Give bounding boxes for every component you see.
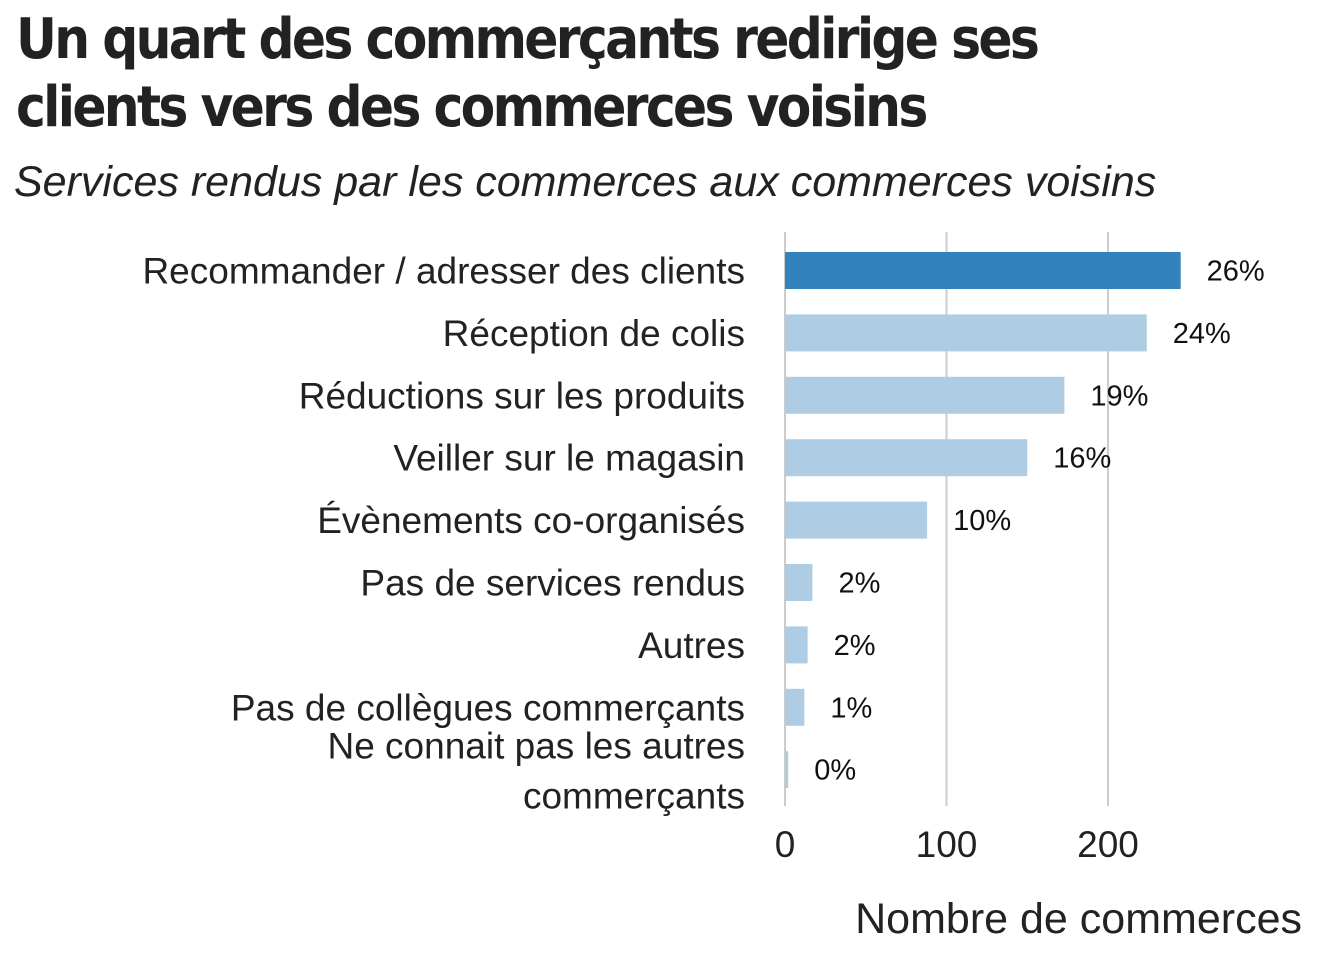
data-label: 1% bbox=[830, 692, 872, 724]
bar bbox=[785, 688, 805, 726]
bar bbox=[785, 376, 1065, 414]
category-label: Recommander / adresser des clients bbox=[142, 251, 745, 292]
category-label: Pas de collègues commerçants bbox=[231, 687, 745, 728]
bar bbox=[785, 626, 808, 664]
category-label: Ne connait pas les autres commerçants bbox=[327, 726, 745, 817]
data-label: 10% bbox=[953, 505, 1011, 537]
category-label-line: commerçants bbox=[523, 776, 745, 817]
data-label: 24% bbox=[1173, 318, 1231, 350]
x-axis-title: Nombre de commerces bbox=[855, 895, 1302, 943]
bar bbox=[785, 501, 928, 539]
x-tick-label: 200 bbox=[1077, 824, 1139, 865]
category-label: Réductions sur les produits bbox=[299, 375, 745, 416]
category-label: Veiller sur le magasin bbox=[393, 438, 745, 479]
bar bbox=[785, 439, 1028, 477]
bar bbox=[785, 751, 789, 789]
category-label: Pas de services rendus bbox=[360, 563, 745, 604]
data-label: 2% bbox=[838, 568, 880, 600]
data-label: 2% bbox=[834, 630, 876, 662]
category-label: Évènements co-organisés bbox=[317, 500, 745, 541]
x-tick-label: 100 bbox=[916, 824, 978, 865]
data-label: 19% bbox=[1090, 380, 1148, 412]
data-label: 0% bbox=[814, 755, 856, 787]
bar bbox=[785, 252, 1181, 289]
category-labels: Recommander / adresser des clients Récept… bbox=[142, 251, 745, 817]
category-label: Autres bbox=[638, 625, 745, 666]
category-label: Réception de colis bbox=[443, 313, 745, 354]
x-tick-label: 0 bbox=[775, 824, 796, 865]
category-label-line: Ne connait pas les autres bbox=[327, 726, 745, 767]
data-label: 26% bbox=[1207, 256, 1265, 288]
data-label: 16% bbox=[1053, 443, 1111, 475]
x-tick-labels: 0 100 200 bbox=[775, 824, 1139, 865]
bar bbox=[785, 564, 813, 601]
bar bbox=[785, 314, 1147, 352]
bar-chart: Recommander / adresser des clients Récept… bbox=[142, 232, 1302, 943]
